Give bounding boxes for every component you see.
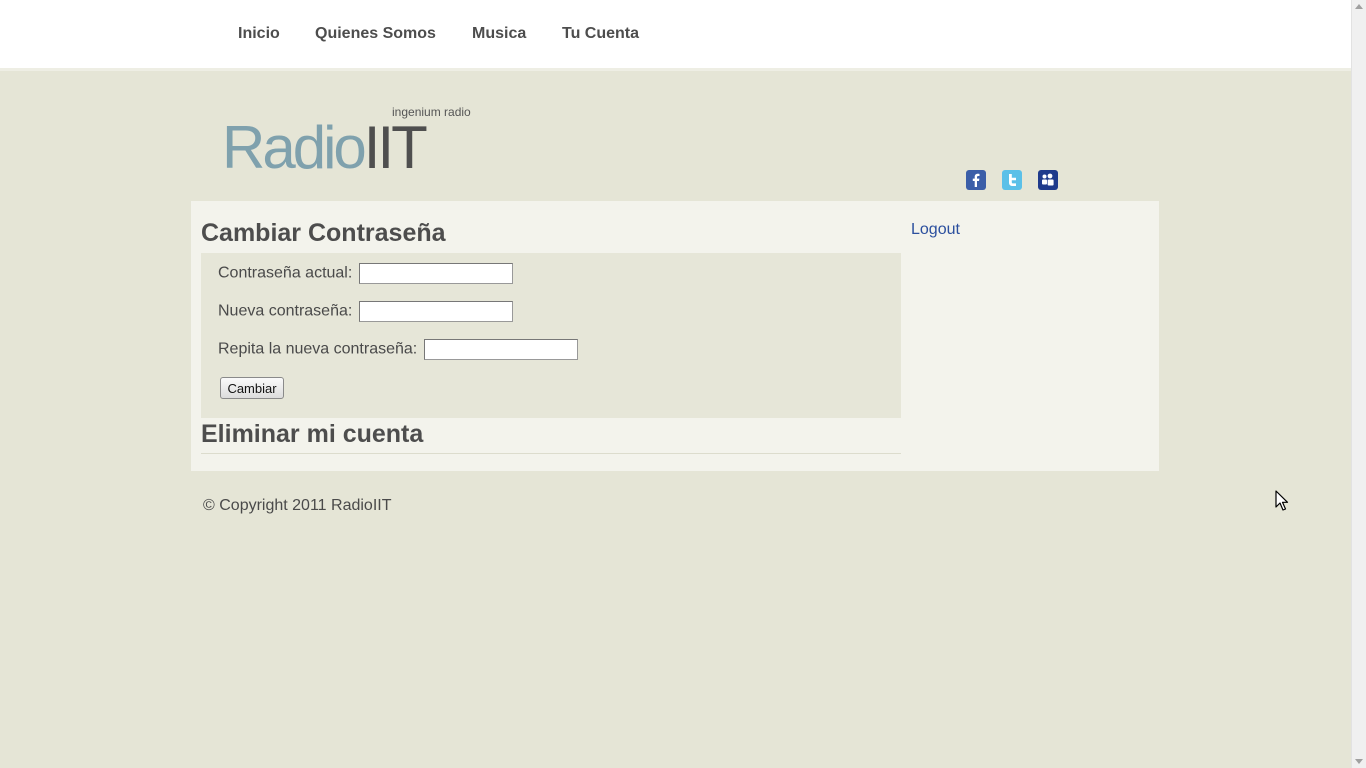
change-password-button[interactable]: Cambiar — [220, 377, 284, 399]
logout-link[interactable]: Logout — [911, 221, 960, 239]
vertical-scrollbar[interactable] — [1351, 0, 1366, 768]
current-password-input[interactable] — [358, 263, 513, 284]
footer-copyright: © Copyright 2011 RadioIIT — [203, 497, 392, 514]
new-password-row: Nueva contraseña: — [218, 301, 513, 322]
site-logo[interactable]: RadioIIT — [222, 112, 428, 184]
change-password-form: Contraseña actual: Nueva contraseña: Rep… — [201, 253, 901, 418]
current-password-label: Contraseña actual: — [218, 264, 353, 282]
repeat-password-input[interactable] — [423, 339, 578, 360]
logo-text-radio: Radio — [222, 114, 367, 181]
nav-item-inicio[interactable]: Inicio — [238, 25, 280, 43]
new-password-input[interactable] — [358, 301, 513, 322]
mouse-cursor-icon — [1275, 490, 1289, 517]
scroll-up-arrow-icon[interactable] — [1355, 4, 1363, 9]
new-password-label: Nueva contraseña: — [218, 302, 353, 320]
nav-item-tu-cuenta[interactable]: Tu Cuenta — [562, 25, 639, 43]
page: Inicio Quienes Somos Musica Tu Cuenta in… — [0, 0, 1351, 768]
scroll-down-arrow-icon[interactable] — [1355, 759, 1363, 764]
logo-text-iit: IIT — [363, 114, 428, 181]
facebook-icon[interactable] — [966, 170, 986, 190]
delete-account-heading[interactable]: Eliminar mi cuenta — [201, 420, 423, 449]
section-divider — [201, 453, 901, 454]
twitter-icon[interactable] — [1002, 170, 1022, 190]
main-content: Cambiar Contraseña Contraseña actual: Nu… — [191, 201, 1159, 471]
repeat-password-row: Repita la nueva contraseña: — [218, 339, 578, 360]
nav-item-quienes-somos[interactable]: Quienes Somos — [315, 25, 436, 43]
repeat-password-label: Repita la nueva contraseña: — [218, 340, 418, 358]
nav-item-musica[interactable]: Musica — [472, 25, 526, 43]
change-password-heading: Cambiar Contraseña — [201, 219, 446, 247]
top-navigation: Inicio Quienes Somos Musica Tu Cuenta — [0, 0, 1351, 71]
myspace-icon[interactable] — [1038, 170, 1058, 190]
current-password-row: Contraseña actual: — [218, 263, 513, 284]
